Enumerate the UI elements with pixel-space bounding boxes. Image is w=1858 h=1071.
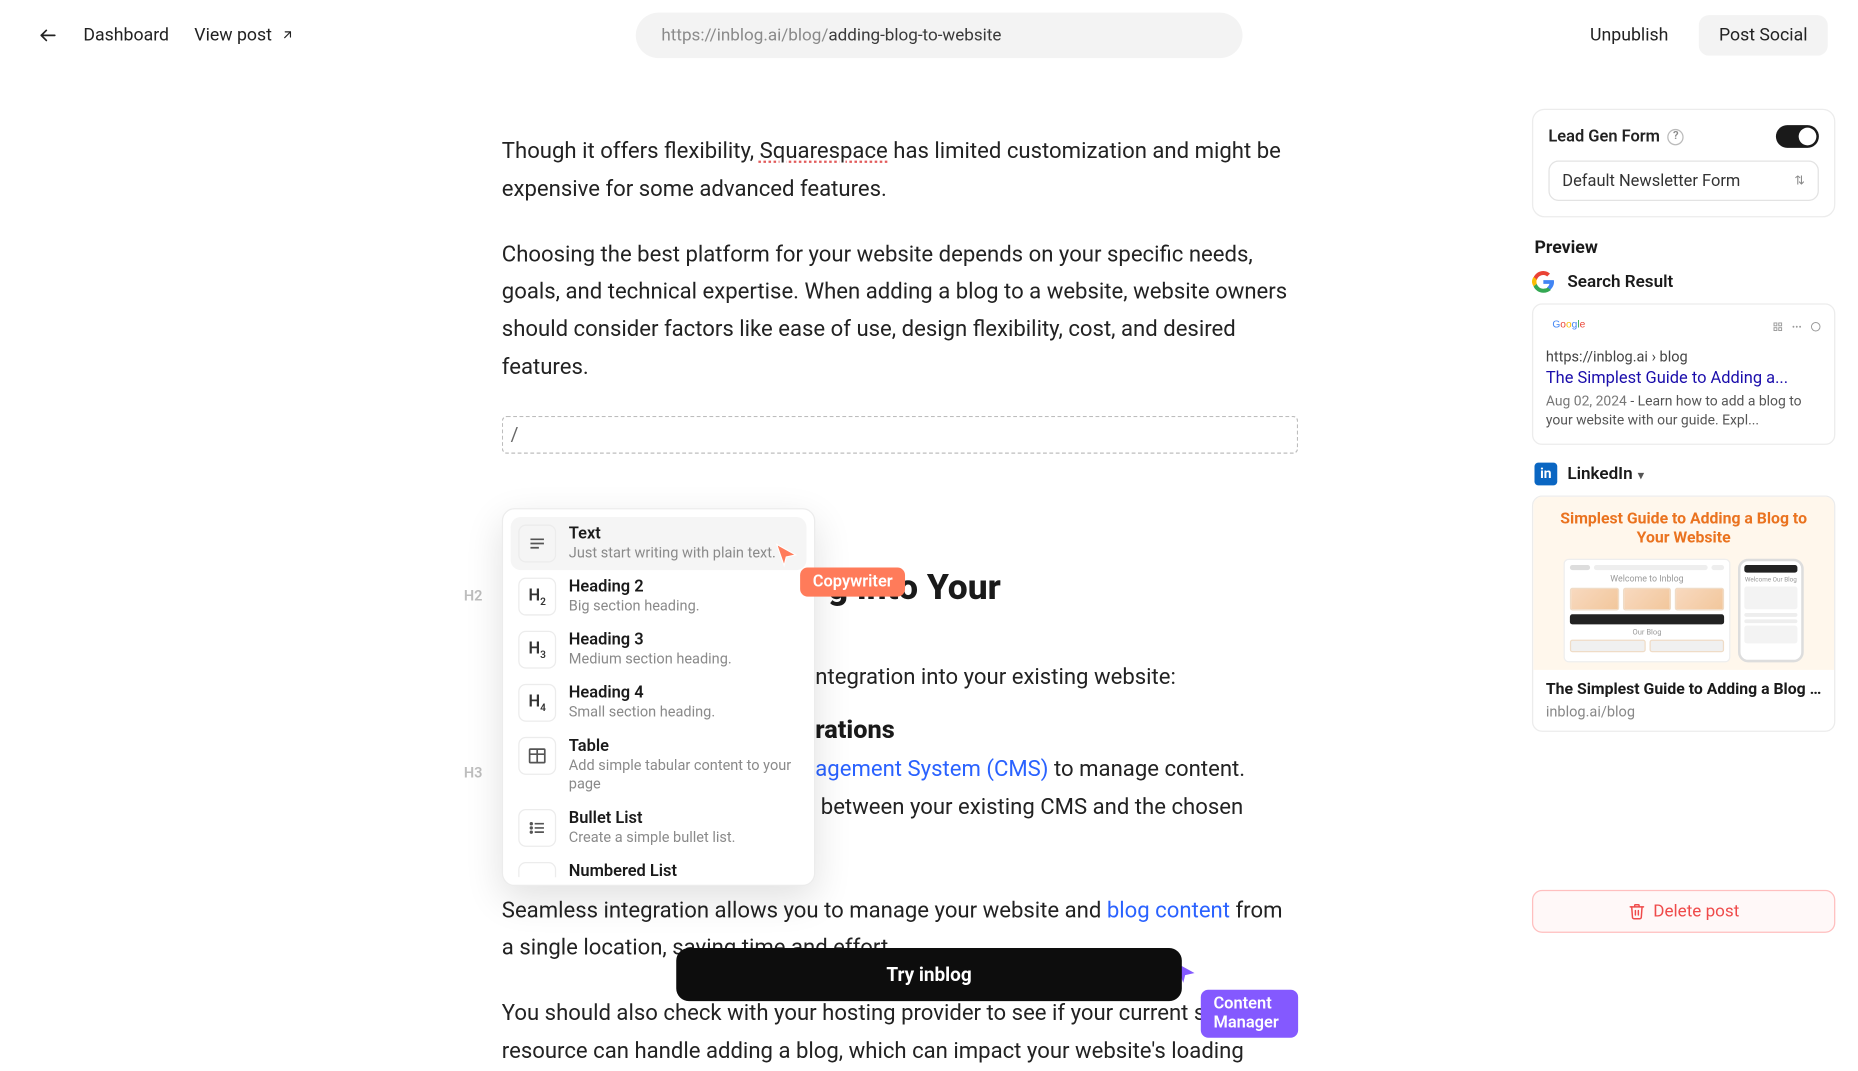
search-icons (1772, 320, 1821, 331)
slash-menu-item-numbered[interactable]: Numbered List (511, 854, 807, 877)
slash-menu-item-h2[interactable]: H2 Heading 2 Big section heading. (511, 570, 807, 623)
search-result-label: Search Result (1567, 272, 1673, 292)
text: to manage content. (1049, 757, 1246, 782)
numbered-list-icon (518, 862, 556, 877)
link[interactable]: blog content (1107, 898, 1230, 923)
og-image-browser: Welcome to Inblog Our Blog (1564, 559, 1731, 663)
slash-menu: Text Just start writing with plain text.… (502, 508, 815, 886)
unpublish-button[interactable]: Unpublish (1577, 18, 1681, 53)
h2-icon: H2 (518, 578, 556, 616)
block-gutter-h3: H3 (464, 763, 483, 781)
leadgen-label: Lead Gen Form (1548, 127, 1660, 146)
google-logo-icon: Google (1546, 317, 1602, 335)
sr-url: https://inblog.ai › blog (1546, 348, 1822, 366)
post-social-button[interactable]: Post Social (1699, 15, 1828, 55)
menu-item-sub: Medium section heading. (569, 650, 732, 669)
sr-title: The Simplest Guide to Adding a... (1546, 369, 1822, 388)
menu-item-title: Table (569, 737, 799, 756)
text: Though it offers flexibility, (502, 139, 760, 164)
collab-cursor-icon (774, 541, 799, 574)
menu-item-sub: Just start writing with plain text. (569, 544, 776, 563)
menu-item-title: Heading 4 (569, 684, 715, 703)
bullet-list-icon (518, 809, 556, 847)
h3-icon: H3 (518, 631, 556, 669)
linkedin-icon: in (1534, 462, 1557, 485)
caret-down-icon: ▾ (1635, 470, 1644, 483)
menu-item-title: Heading 2 (569, 578, 700, 597)
svg-text:Google: Google (1552, 319, 1585, 330)
preview-label: Preview (1534, 238, 1835, 258)
menu-item-title: Numbered List (569, 862, 677, 877)
url-prefix: https://inblog.ai/blog/ (661, 25, 828, 45)
dashboard-link[interactable]: Dashboard (76, 20, 177, 50)
form-select[interactable]: Default Newsletter Form ⇅ (1548, 161, 1818, 201)
text-icon (518, 525, 556, 563)
spellcheck-word: Squarespace (760, 139, 888, 164)
paragraph[interactable]: You should also check with your hosting … (502, 996, 1298, 1071)
right-sidebar: Lead Gen Form ? Default Newsletter Form … (1532, 109, 1835, 933)
slash-menu-item-table[interactable]: Table Add simple tabular content to your… (511, 729, 807, 801)
sr-desc: Aug 02, 2024 - Learn how to add a blog t… (1546, 393, 1822, 431)
url-slug: adding-blog-to-website (828, 25, 1001, 45)
url-slug-input[interactable]: https://inblog.ai/blog/adding-blog-to-we… (636, 13, 1243, 59)
link[interactable]: agement System (CMS) (815, 757, 1048, 782)
menu-item-sub: Create a simple bullet list. (569, 828, 736, 847)
linkedin-label[interactable]: LinkedIn ▾ (1567, 463, 1643, 483)
linkedin-domain: inblog.ai/blog (1546, 703, 1822, 721)
google-icon (1532, 270, 1555, 293)
leadgen-card: Lead Gen Form ? Default Newsletter Form … (1532, 109, 1835, 218)
editor[interactable]: Though it offers flexibility, Squarespac… (502, 134, 1298, 1071)
slash-menu-item-text[interactable]: Text Just start writing with plain text. (511, 517, 807, 570)
linkedin-preview: Simplest Guide to Adding a Blog to Your … (1532, 495, 1835, 732)
paragraph[interactable]: Though it offers flexibility, Squarespac… (502, 134, 1298, 209)
menu-item-title: Bullet List (569, 809, 736, 828)
topbar: Dashboard View post https://inblog.ai/bl… (0, 0, 1858, 71)
text: Seamless integration allows you to manag… (502, 898, 1107, 923)
collab-cursor-content-manager: Content Manager (1201, 990, 1298, 1038)
form-select-value: Default Newsletter Form (1562, 171, 1740, 190)
help-icon[interactable]: ? (1668, 128, 1684, 144)
linkedin-og-headline: Simplest Guide to Adding a Blog to Your … (1543, 509, 1824, 549)
search-result-preview: Google https://inblog.ai › blog The Simp… (1532, 303, 1835, 444)
delete-post-button[interactable]: Delete post (1532, 890, 1835, 933)
leadgen-toggle[interactable] (1776, 125, 1819, 148)
view-post-label: View post (194, 25, 272, 45)
chevron-updown-icon: ⇅ (1794, 174, 1805, 188)
slash-menu-item-h3[interactable]: H3 Heading 3 Medium section heading. (511, 623, 807, 676)
slash-value: / (511, 423, 519, 446)
cta-try-inblog[interactable]: Try inblog (676, 948, 1182, 1001)
paragraph[interactable]: Choosing the best platform for your webs… (502, 237, 1298, 387)
menu-item-title: Heading 3 (569, 631, 732, 650)
view-post-link[interactable]: View post (187, 20, 302, 50)
slash-command-input[interactable]: / (502, 415, 1298, 453)
linkedin-title: The Simplest Guide to Adding a Blog to..… (1546, 680, 1822, 699)
og-image-phone: Welcome Our Blog (1738, 559, 1804, 663)
h4-icon: H4 (518, 684, 556, 722)
slash-menu-item-bullet[interactable]: Bullet List Create a simple bullet list. (511, 801, 807, 854)
table-icon (518, 737, 556, 775)
back-icon[interactable] (30, 18, 65, 53)
menu-item-title: Text (569, 525, 776, 544)
block-gutter-h2: H2 (464, 586, 483, 604)
slash-menu-item-h4[interactable]: H4 Heading 4 Small section heading. (511, 676, 807, 729)
menu-item-sub: Big section heading. (569, 597, 700, 616)
menu-item-sub: Add simple tabular content to your page (569, 756, 799, 794)
menu-item-sub: Small section heading. (569, 703, 715, 722)
collab-cursor-copywriter: Copywriter (800, 568, 905, 597)
delete-post-label: Delete post (1653, 901, 1739, 921)
